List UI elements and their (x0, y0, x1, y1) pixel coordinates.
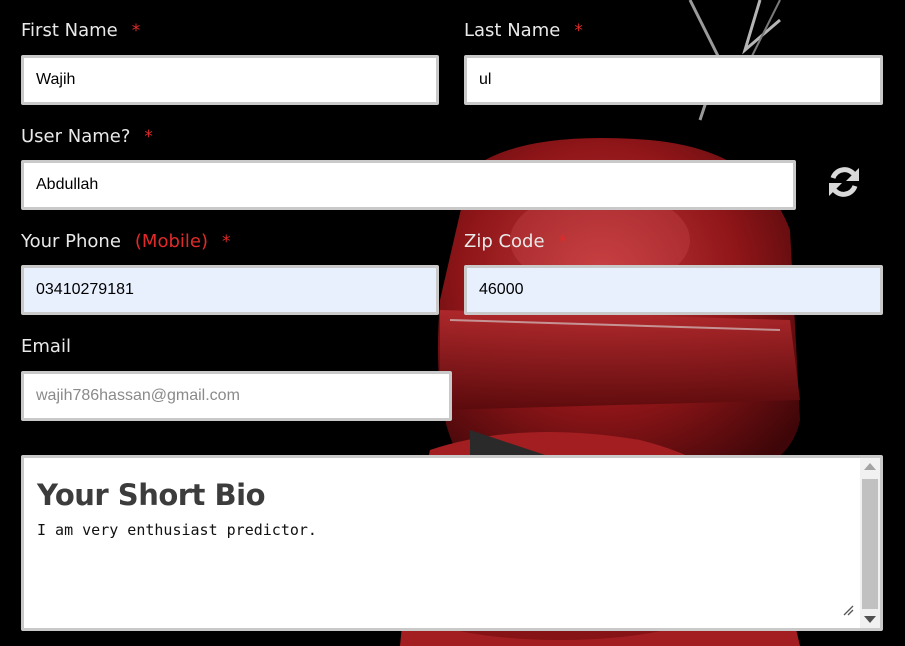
registration-form: First Name * Last Name * User Name? * Your … (0, 0, 905, 646)
refresh-username-button[interactable] (822, 160, 866, 204)
last-name-input[interactable] (464, 55, 883, 105)
last-name-label-text: Last Name (464, 20, 561, 41)
required-marker: * (131, 21, 141, 41)
scroll-thumb[interactable] (862, 479, 878, 609)
bio-scrollbar[interactable] (860, 458, 880, 628)
required-marker: * (222, 232, 231, 252)
required-marker: * (574, 21, 583, 41)
bio-textarea[interactable]: Your Short Bio I am very enthusiast pred… (21, 455, 883, 631)
last-name-label: Last Name * (464, 20, 583, 42)
first-name-label: First Name * (21, 20, 140, 42)
email-label-text: Email (21, 336, 71, 357)
email-input[interactable] (21, 371, 452, 421)
required-marker: * (144, 127, 153, 147)
first-name-label-text: First Name (21, 20, 118, 41)
first-name-input[interactable] (21, 55, 439, 105)
zip-label: Zip Code * (464, 231, 567, 253)
scroll-up-arrow-icon[interactable] (864, 463, 876, 470)
scroll-down-arrow-icon[interactable] (864, 616, 876, 623)
required-marker: * (558, 232, 568, 252)
bio-text: I am very enthusiast predictor. (37, 521, 317, 539)
phone-label-text: Your Phone (21, 231, 121, 252)
user-name-input[interactable] (21, 160, 796, 210)
user-name-label-text: User Name? (21, 126, 131, 147)
zip-label-text: Zip Code (464, 231, 545, 252)
email-label: Email (21, 336, 71, 358)
refresh-icon (829, 167, 859, 197)
bio-title: Your Short Bio (37, 478, 266, 512)
resize-grip-icon[interactable] (842, 604, 854, 616)
phone-label: Your Phone (Mobile) * (21, 231, 231, 253)
phone-input[interactable] (21, 265, 439, 315)
user-name-label: User Name? * (21, 126, 153, 148)
zip-input[interactable] (464, 265, 883, 315)
mobile-note: (Mobile) (134, 231, 208, 252)
